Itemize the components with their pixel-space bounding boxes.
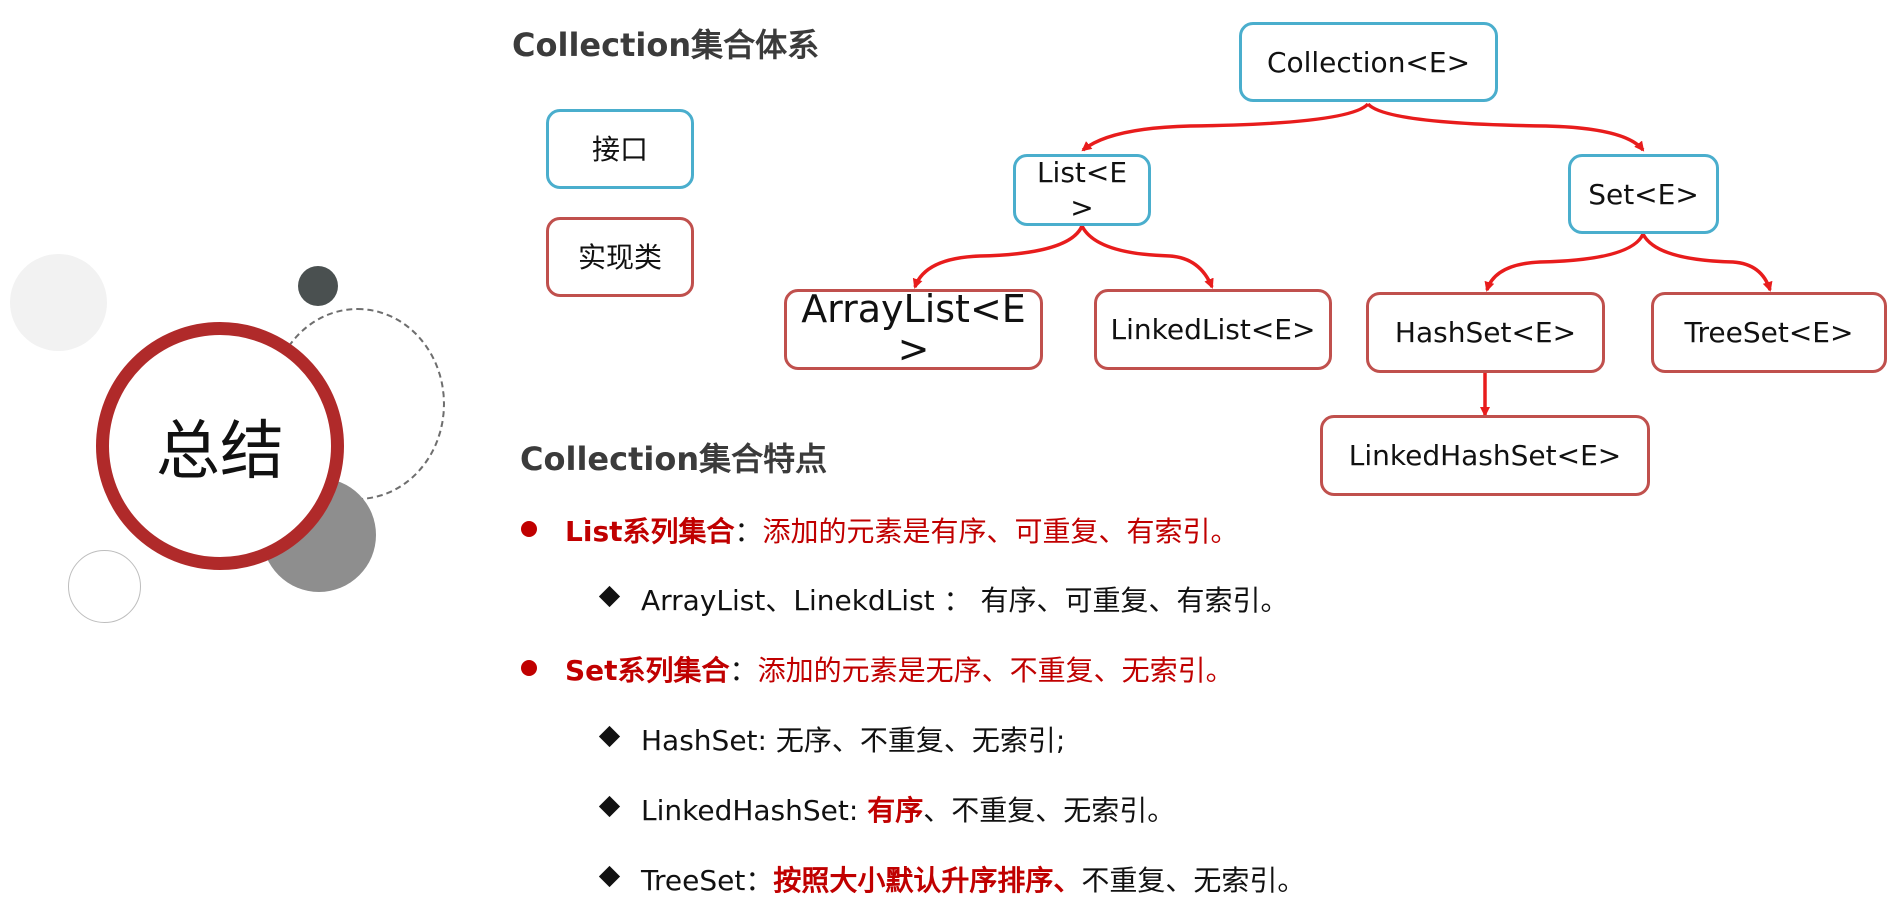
node-linkedlist: LinkedList<E> (1094, 289, 1332, 370)
linkedhashset-rest: 、不重复、无索引。 (923, 794, 1176, 827)
node-collection-label: Collection<E> (1266, 45, 1471, 79)
linkedhashset-prefix: LinkedHashSet: (641, 794, 868, 827)
node-arraylist-label: ArrayList<E> (801, 286, 1026, 371)
node-linkedlist-label: LinkedList<E> (1110, 313, 1316, 346)
list-series-name: List系列集合 (565, 515, 735, 548)
arrow-list-linkedlist (1080, 225, 1214, 289)
hashset-desc: HashSet: 无序、不重复、无索引; (641, 724, 1066, 757)
treeset-emphasis: 按照大小默认升序排序、 (773, 864, 1082, 897)
feature-set: Set系列集合：添加的元素是无序、不重复、无索引。 (565, 649, 1234, 689)
node-set: Set<E> (1568, 154, 1719, 234)
node-hashset: HashSet<E> (1366, 292, 1605, 373)
feature-list-impls: ArrayList、LinekdList ： 有序、可重复、有索引。 (641, 579, 1288, 619)
feature-treeset: TreeSet：按照大小默认升序排序、不重复、无索引。 (641, 859, 1305, 899)
set-separator: ： (729, 654, 758, 687)
bullet-list (521, 521, 537, 537)
arrow-set-treeset (1641, 233, 1773, 292)
node-treeset: TreeSet<E> (1651, 292, 1887, 373)
feature-list: List系列集合：添加的元素是有序、可重复、有索引。 (565, 510, 1239, 550)
arrow-collection-list (1081, 102, 1370, 152)
list-series-desc: 添加的元素是有序、可重复、有索引。 (762, 515, 1239, 548)
node-list: List<E> (1013, 154, 1151, 226)
treeset-prefix: TreeSet： (641, 864, 774, 897)
linkedhashset-emphasis: 有序 (867, 794, 924, 827)
arrow-list-arraylist (912, 225, 1084, 289)
node-hashset-label: HashSet<E> (1394, 316, 1577, 349)
list-impls-names: ArrayList、LinekdList ： (641, 584, 972, 617)
node-set-label: Set<E> (1588, 177, 1699, 211)
arrow-set-hashset (1484, 233, 1645, 292)
feature-linkedhashset: LinkedHashSet: 有序、不重复、无索引。 (641, 789, 1175, 829)
node-list-label: List<E> (1036, 156, 1128, 224)
set-series-name: Set系列集合 (565, 654, 730, 687)
node-linkedhashset-label: LinkedHashSet<E> (1348, 439, 1622, 472)
node-treeset-label: TreeSet<E> (1684, 316, 1854, 349)
arrow-collection-set (1366, 102, 1645, 152)
list-separator: ： (734, 515, 763, 548)
node-linkedhashset: LinkedHashSet<E> (1320, 415, 1650, 496)
list-impls-desc: 有序、可重复、有索引。 (980, 584, 1289, 617)
node-arraylist: ArrayList<E> (784, 289, 1043, 370)
feature-hashset: HashSet: 无序、不重复、无索引; (641, 719, 1065, 759)
node-collection: Collection<E> (1239, 22, 1498, 102)
slide: 总结 Collection集合体系 Collection集合特点 接口 实现类 … (0, 0, 1891, 913)
bullet-set (521, 660, 537, 676)
set-series-desc: 添加的元素是无序、不重复、无索引。 (757, 654, 1234, 687)
treeset-rest: 不重复、无索引。 (1081, 864, 1306, 897)
